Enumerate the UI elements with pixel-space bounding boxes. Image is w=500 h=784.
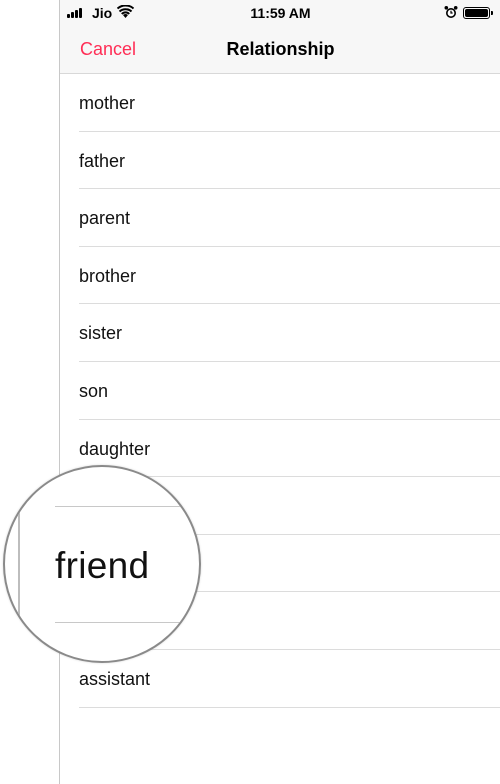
list-item-label: son (79, 380, 109, 401)
alarm-icon (444, 6, 458, 18)
magnifier-text: friend (55, 545, 150, 586)
status-time: 11:59 AM (250, 5, 311, 21)
list-item-mother[interactable]: mother (60, 74, 500, 132)
list-item-son[interactable]: son (60, 362, 500, 420)
list-item-label: father (79, 150, 126, 171)
list-item-sister[interactable]: sister (60, 304, 500, 362)
page-title: Relationship (226, 39, 335, 59)
magnifier-separator (55, 622, 199, 623)
battery-icon (463, 7, 493, 19)
list-item-label: parent (79, 208, 131, 229)
phone-screen: Jio 11:59 AM Cancel Relationship mother (59, 0, 500, 784)
magnifier-screen-edge (18, 497, 20, 637)
list-item-label: assistant (79, 668, 151, 689)
list-item-father[interactable]: father (60, 132, 500, 190)
status-bar: Jio 11:59 AM (60, 0, 500, 26)
navigation-bar: Cancel Relationship (60, 26, 500, 74)
list-item-parent[interactable]: parent (60, 189, 500, 247)
list-item-label: sister (79, 323, 123, 344)
list-item-label: daughter (79, 438, 151, 459)
list-item-label: brother (79, 265, 137, 286)
list-item-label: mother (79, 93, 136, 113)
magnifier-separator (55, 506, 199, 507)
magnifier-callout: friend (3, 465, 201, 663)
list-item-brother[interactable]: brother (60, 247, 500, 305)
